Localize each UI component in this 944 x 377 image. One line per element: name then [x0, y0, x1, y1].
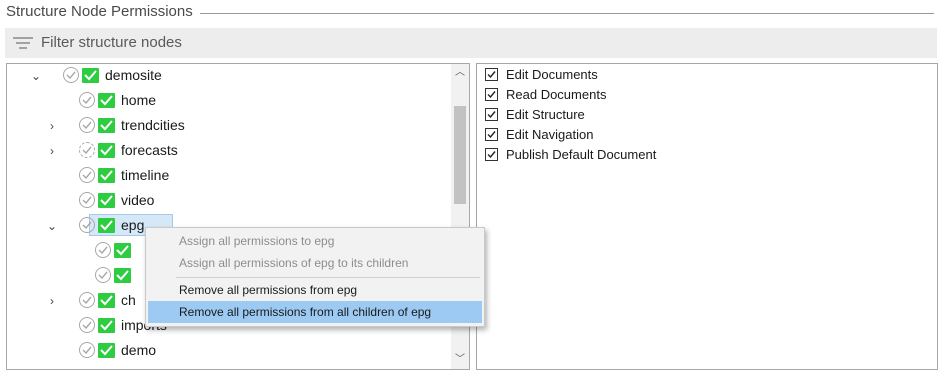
circle-check-icon[interactable]	[79, 217, 95, 233]
filter-bar[interactable]: Filter structure nodes	[5, 28, 937, 58]
expand-icon[interactable]: ›	[45, 119, 59, 133]
circle-check-icon[interactable]	[95, 267, 111, 283]
permission-label: Edit Navigation	[506, 127, 594, 142]
green-check-icon[interactable]	[98, 118, 115, 133]
menu-item-assign-children[interactable]: Assign all permissions of epg to its chi…	[148, 252, 482, 274]
circle-check-icon[interactable]	[79, 342, 95, 358]
circle-check-icon[interactable]	[79, 92, 95, 108]
green-check-icon[interactable]	[98, 143, 115, 158]
circle-check-icon[interactable]	[95, 242, 111, 258]
expander-spacer	[45, 194, 59, 208]
menu-item-remove-all[interactable]: Remove all permissions from epg	[148, 279, 482, 301]
circle-check-icon[interactable]	[63, 67, 79, 83]
tree-node-label: epg	[121, 217, 145, 233]
green-check-icon[interactable]	[114, 268, 131, 283]
permission-label: Publish Default Document	[506, 147, 657, 162]
scroll-thumb[interactable]	[454, 106, 466, 204]
expand-icon[interactable]: ›	[45, 294, 59, 308]
green-check-icon[interactable]	[98, 193, 115, 208]
green-check-icon[interactable]	[114, 243, 131, 258]
tree-node-label: timeline	[121, 167, 170, 183]
filter-icon[interactable]	[13, 36, 33, 50]
green-check-icon[interactable]	[98, 343, 115, 358]
tree-node-label: home	[121, 92, 157, 108]
green-check-icon[interactable]	[98, 168, 115, 183]
permission-label: Edit Structure	[506, 107, 585, 122]
tree-node[interactable]: video	[7, 191, 451, 216]
collapse-icon[interactable]: ⌄	[45, 219, 59, 233]
tree-node[interactable]: › forecasts	[7, 141, 451, 166]
circle-check-icon[interactable]	[79, 317, 95, 333]
chevron-down-icon[interactable]: ﹀	[451, 351, 469, 369]
chevron-up-icon[interactable]: ︿	[451, 64, 469, 82]
expander-spacer	[45, 344, 59, 358]
section-divider	[200, 13, 934, 14]
circle-check-icon[interactable]	[79, 292, 95, 308]
permission-label: Edit Documents	[506, 67, 598, 82]
circle-check-icon[interactable]	[79, 192, 95, 208]
permission-label: Read Documents	[506, 87, 607, 102]
section-title: Structure Node Permissions	[6, 3, 199, 20]
green-check-icon[interactable]	[98, 318, 115, 333]
circle-check-icon[interactable]	[79, 167, 95, 183]
tree-node[interactable]: demo	[7, 341, 451, 366]
green-check-icon[interactable]	[98, 218, 115, 233]
expander-spacer	[45, 94, 59, 108]
green-check-icon[interactable]	[82, 68, 99, 83]
tree-node-label: ch	[121, 292, 136, 308]
permissions-panel: Edit Documents Read Documents Edit Structu…	[476, 63, 938, 370]
tree-node-label: demosite	[105, 67, 162, 83]
menu-item-assign-all[interactable]: Assign all permissions to epg	[148, 230, 482, 252]
tree-node-label: demo	[121, 342, 157, 358]
tree-node[interactable]: timeline	[7, 166, 451, 191]
collapse-icon[interactable]: ⌄	[29, 69, 43, 83]
checkbox[interactable]	[485, 148, 498, 161]
tree-node-label: trendcities	[121, 117, 185, 133]
tree-node-label: forecasts	[121, 142, 178, 158]
checkbox[interactable]	[485, 128, 498, 141]
context-menu: Assign all permissions to epg Assign all…	[145, 227, 485, 327]
circle-check-icon[interactable]	[79, 142, 95, 158]
checkbox[interactable]	[485, 88, 498, 101]
expander-spacer	[61, 244, 75, 258]
tree-node-label: video	[121, 192, 155, 208]
menu-separator	[176, 277, 480, 278]
green-check-icon[interactable]	[98, 93, 115, 108]
expander-spacer	[45, 169, 59, 183]
expander-spacer	[45, 319, 59, 333]
filter-input[interactable]: Filter structure nodes	[41, 34, 182, 51]
tree-node[interactable]: home	[7, 91, 451, 116]
tree-node[interactable]: › trendcities	[7, 116, 451, 141]
expand-icon[interactable]: ›	[45, 144, 59, 158]
green-check-icon[interactable]	[98, 293, 115, 308]
menu-item-remove-children[interactable]: Remove all permissions from all children…	[148, 301, 482, 323]
checkbox[interactable]	[485, 108, 498, 121]
expander-spacer	[61, 269, 75, 283]
tree-node[interactable]: ⌄ demosite	[7, 66, 451, 91]
checkbox[interactable]	[485, 68, 498, 81]
circle-check-icon[interactable]	[79, 117, 95, 133]
